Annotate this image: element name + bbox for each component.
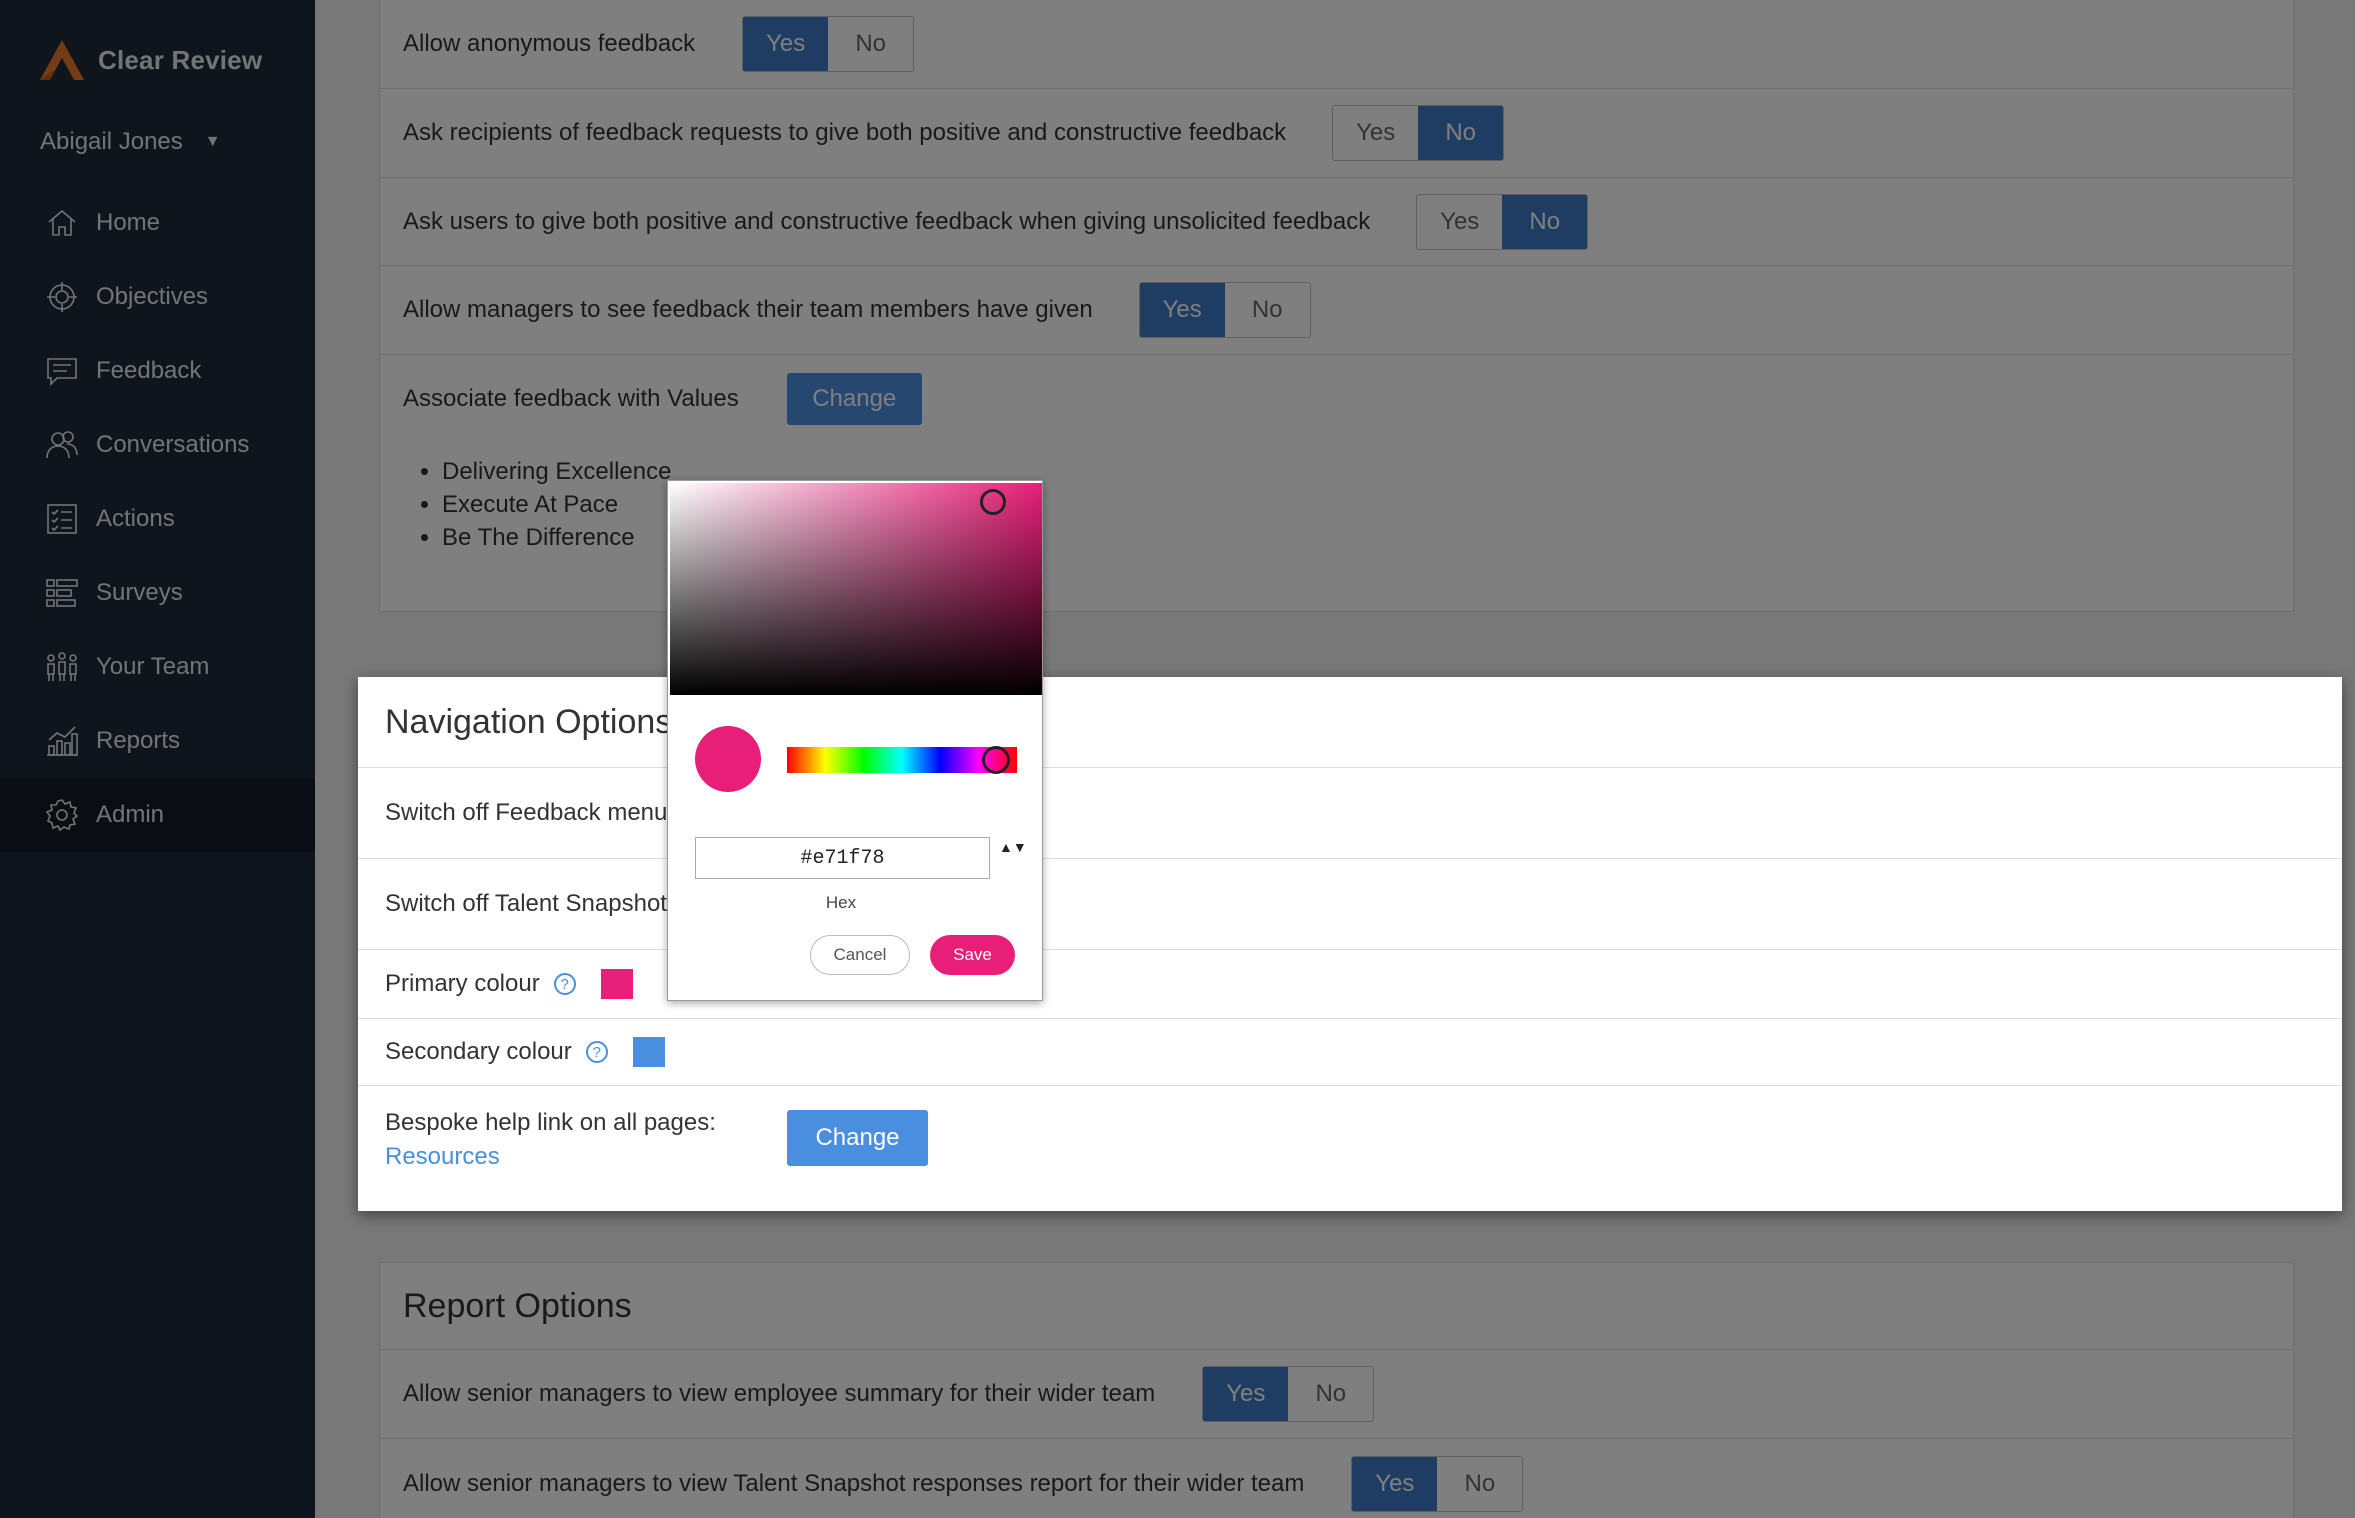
section-title: Navigation Options [385,702,673,741]
setting-label: Primary colour [385,970,540,997]
hue-handle[interactable] [982,746,1010,774]
color-picker: ▲▼ Hex Cancel Save [667,480,1043,1001]
setting-row-secondary-colour: Secondary colour ? [358,1019,2342,1086]
cancel-button[interactable]: Cancel [810,935,910,975]
hex-input[interactable] [695,837,990,879]
setting-row-switch-off-talent: Switch off Talent Snapshot [358,859,2342,950]
color-preview [695,726,761,792]
setting-label: Switch off Feedback menu [385,799,668,826]
setting-row-primary-colour: Primary colour ? [358,950,2342,1019]
format-toggle-arrows-icon[interactable]: ▲▼ [999,839,1027,877]
setting-label: Secondary colour [385,1038,572,1065]
saturation-handle[interactable] [980,489,1006,515]
setting-row-help-link: Bespoke help link on all pages: Resource… [358,1086,2342,1211]
help-icon[interactable]: ? [553,973,576,995]
primary-colour-swatch[interactable] [600,969,633,999]
navigation-options-panel: Navigation Options Switch off Feedback m… [358,677,2342,1211]
setting-label: Switch off Talent Snapshot [385,890,667,917]
help-icon[interactable]: ? [585,1041,608,1063]
secondary-colour-swatch[interactable] [632,1037,665,1067]
setting-label: Bespoke help link on all pages: [385,1109,716,1136]
change-help-link-button[interactable]: Change [787,1110,928,1166]
save-button[interactable]: Save [930,935,1015,975]
setting-row-switch-off-feedback: Switch off Feedback menu [358,768,2342,859]
help-link-text: Bespoke help link on all pages: Resource… [385,1106,716,1174]
saturation-value-area[interactable] [670,483,1042,695]
navigation-options-header: Navigation Options [358,677,2342,768]
resources-link[interactable]: Resources [385,1140,716,1174]
hex-label: Hex [825,893,857,912]
